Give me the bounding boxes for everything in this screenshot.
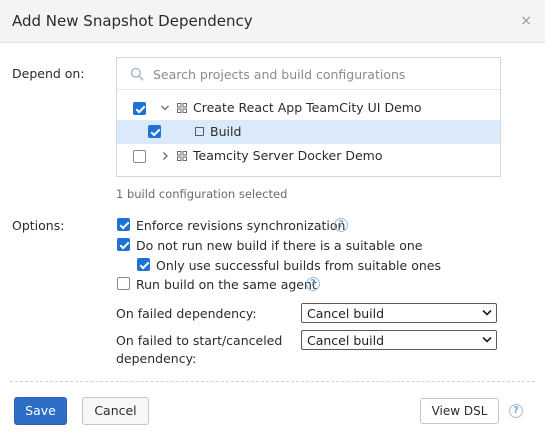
no-new-build-label: Do not run new build if there is a suita… <box>136 238 423 253</box>
select-value: Cancel build <box>307 333 385 348</box>
no-new-build-checkbox[interactable] <box>117 238 130 251</box>
tree-row-project[interactable]: Teamcity Server Docker Demo <box>117 145 500 169</box>
options-label: Options: <box>12 218 65 233</box>
search-icon <box>130 67 144 81</box>
selection-summary: 1 build configuration selected <box>116 187 288 201</box>
only-successful-checkbox[interactable] <box>137 258 150 271</box>
enforce-revisions-label: Enforce revisions synchronization <box>136 218 346 233</box>
on-failed-dependency-select[interactable]: Cancel build <box>301 303 497 323</box>
only-successful-label: Only use successful builds from suitable… <box>156 258 441 273</box>
cancel-button[interactable]: Cancel <box>82 397 149 425</box>
tree-row-project[interactable]: Create React App TeamCity UI Demo <box>117 96 500 120</box>
search-bar <box>117 58 500 90</box>
project-icon <box>177 103 187 113</box>
project-icon <box>177 151 187 161</box>
chevron-down-icon[interactable] <box>160 103 170 113</box>
view-dsl-button[interactable]: View DSL <box>420 398 499 424</box>
on-failed-start-label-cont: dependency: <box>116 351 197 366</box>
build-config-label: Build <box>210 124 242 139</box>
build-config-checkbox[interactable] <box>148 125 161 138</box>
on-failed-dependency-label: On failed dependency: <box>116 306 257 321</box>
footer-divider <box>10 381 535 382</box>
add-snapshot-dependency-dialog: Add New Snapshot Dependency × Depend on:… <box>0 0 545 439</box>
project-label: Create React App TeamCity UI Demo <box>193 100 422 115</box>
help-icon[interactable]: ? <box>509 404 523 418</box>
on-failed-start-label: On failed to start/canceled <box>116 333 283 348</box>
save-button[interactable]: Save <box>14 397 67 425</box>
help-icon[interactable]: ? <box>334 218 348 232</box>
enforce-revisions-checkbox[interactable] <box>117 218 130 231</box>
on-failed-start-select[interactable]: Cancel build <box>301 330 497 350</box>
select-value: Cancel build <box>307 306 385 321</box>
same-agent-label: Run build on the same agent <box>136 277 317 292</box>
project-checkbox[interactable] <box>133 102 146 115</box>
dependency-picker: Create React App TeamCity UI Demo Build … <box>116 57 501 177</box>
help-icon[interactable]: ? <box>306 277 320 291</box>
tree-row-build-config[interactable]: Build <box>117 120 500 144</box>
dialog-header: Add New Snapshot Dependency × <box>0 0 545 43</box>
build-configuration-icon <box>195 127 204 136</box>
chevron-right-icon[interactable] <box>160 151 170 161</box>
dialog-title: Add New Snapshot Dependency <box>12 12 253 30</box>
project-checkbox[interactable] <box>133 150 146 163</box>
close-icon[interactable]: × <box>520 13 532 29</box>
depend-on-label: Depend on: <box>12 66 85 81</box>
same-agent-checkbox[interactable] <box>117 277 130 290</box>
project-label: Teamcity Server Docker Demo <box>193 148 383 163</box>
chevron-down-icon <box>482 336 492 343</box>
search-input[interactable] <box>153 64 493 84</box>
chevron-down-icon <box>482 309 492 316</box>
